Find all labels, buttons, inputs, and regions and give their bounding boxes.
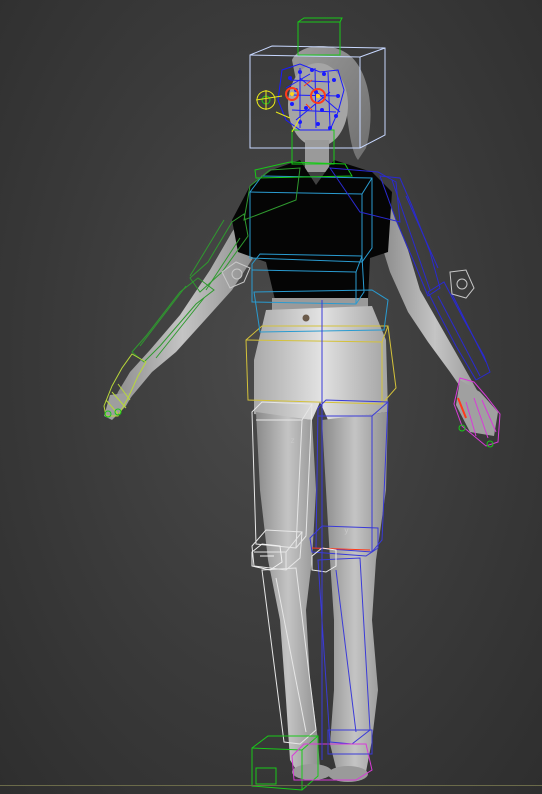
z-axis-label: z [290, 436, 295, 445]
3d-viewport[interactable]: z y [0, 0, 542, 794]
right-elbow-helper[interactable] [449, 269, 475, 299]
head-mesh [288, 63, 348, 147]
left-foot-mesh [292, 764, 332, 780]
right-arm-mesh [380, 200, 490, 418]
shorts-button [302, 314, 310, 322]
neck-mesh [305, 140, 329, 172]
character-mesh [104, 46, 498, 782]
y-axis-label: y [344, 526, 349, 535]
scene-canvas[interactable] [0, 0, 542, 794]
ground-grid-line [0, 785, 542, 786]
left-leg-mesh [256, 412, 320, 776]
left-arm-mesh [110, 200, 255, 414]
